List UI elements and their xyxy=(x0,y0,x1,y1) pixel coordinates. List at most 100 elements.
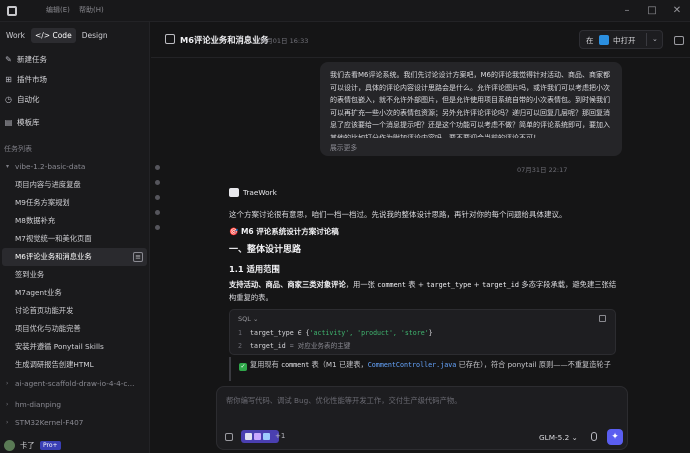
checkmark-icon: ✓ xyxy=(239,363,247,371)
attachment-icon xyxy=(245,433,252,440)
avatar[interactable] xyxy=(4,440,15,451)
task-item[interactable]: 项目优化与功能完善 xyxy=(2,320,147,338)
plugin-icon: ⊞ xyxy=(5,74,12,84)
user-bar[interactable]: 卡了 Pro+ xyxy=(0,438,150,453)
message-composer[interactable]: 帮你编写代码、调试 Bug、优化性能等开发工作，交付生产级代码产物。 +1 GL… xyxy=(216,386,628,450)
task-menu-icon[interactable]: ≡ xyxy=(133,252,143,262)
new-task-label: 新建任务 xyxy=(17,54,47,64)
app-logo-icon xyxy=(7,6,17,16)
file-link[interactable]: CommentController.java xyxy=(368,361,457,369)
template-library-button[interactable]: ▤ 模板库 xyxy=(4,113,144,131)
attachment-count: +1 xyxy=(275,432,286,440)
code-language-label: SQL xyxy=(238,315,251,323)
menu-help[interactable]: 帮助(H) xyxy=(79,5,104,15)
timeline-dot[interactable] xyxy=(155,180,160,185)
checklist-item: ✓ 复用现有 comment 表（M1 已建表，CommentController… xyxy=(239,359,619,379)
copy-icon[interactable] xyxy=(599,315,606,322)
mode-code-label: Code xyxy=(52,31,72,40)
mode-design-button[interactable]: Design xyxy=(78,28,112,43)
project-label: hm-dianping xyxy=(15,400,62,409)
composer-input[interactable]: 帮你编写代码、调试 Bug、优化性能等开发工作，交付生产级代码产物。 xyxy=(226,396,462,406)
project-label: STM32Kernel-F407 xyxy=(15,418,84,427)
doc-title: 🎯 M6 评论系统设计方案讨论稿 xyxy=(229,227,339,236)
code-comment: = 对应业务表的主键 xyxy=(289,342,351,350)
close-icon[interactable]: ✕ xyxy=(670,4,684,18)
chevron-right-icon: › xyxy=(6,401,9,408)
task-item[interactable]: 安装并遵循 Ponytail Skills xyxy=(2,338,147,356)
task-item[interactable]: 生成调研报告创建HTML xyxy=(2,356,147,374)
automation-icon: ◷ xyxy=(5,94,12,104)
mode-code-button[interactable]: </> Code xyxy=(31,28,76,43)
maximize-icon[interactable]: □ xyxy=(645,4,659,18)
chevron-down-icon: ▾ xyxy=(6,163,10,170)
open-in-editor-button[interactable]: 在 中打开 ⌄ xyxy=(579,30,663,49)
text: 表 + xyxy=(408,280,424,289)
file-icon xyxy=(263,433,270,440)
project-label: vibe-1.2-basic-data xyxy=(15,162,86,171)
inline-code: target_id xyxy=(482,281,519,289)
task-item[interactable]: 签到业务 xyxy=(2,266,147,284)
user-message-text: 我们去看M6评论系统。我们先讨论设计方案吧，M6的评论我觉得针对活动、商品、商家… xyxy=(330,71,610,138)
timeline-dot[interactable] xyxy=(155,210,160,215)
automation-label: 自动化 xyxy=(17,94,40,104)
task-item[interactable]: 讨论首页功能开发 xyxy=(2,302,147,320)
project-group-vibe[interactable]: ▾ vibe-1.2-basic-data xyxy=(2,158,147,176)
task-item[interactable]: M7视觉统一和美化页面 xyxy=(2,230,147,248)
subsection-heading: 1.1 适用范围 xyxy=(229,264,280,274)
mode-work-button[interactable]: Work xyxy=(2,28,29,43)
chevron-down-icon[interactable]: ⌄ xyxy=(652,35,658,43)
code-line: 1 target_type ∈ {'activity', 'product', '… xyxy=(238,329,433,337)
task-list-title: 任务列表 xyxy=(4,145,32,153)
open-prefix: 在 xyxy=(586,36,594,45)
project-group[interactable]: › ai-agent-scaffold-draw-io-4-4-c... xyxy=(2,375,147,393)
model-selector[interactable]: GLM-5.2 ⌄ xyxy=(539,433,578,442)
quote-bar xyxy=(229,357,231,381)
attachment-chips[interactable] xyxy=(241,430,279,443)
task-item[interactable]: M9任务方案规划 xyxy=(2,194,147,212)
line-number: 2 xyxy=(238,342,242,350)
project-group[interactable]: › STM32Kernel-F407 xyxy=(2,417,147,429)
project-group[interactable]: › hm-dianping xyxy=(2,396,147,414)
inline-code: comment xyxy=(281,361,310,369)
menu-edit[interactable]: 编辑(E) xyxy=(46,5,70,15)
task-item[interactable]: M7agent业务 xyxy=(2,284,147,302)
new-task-button[interactable]: ✎ 新建任务 xyxy=(4,50,144,68)
user-message-bubble: 我们去看M6评论系统。我们先讨论设计方案吧，M6的评论我觉得针对活动、商品、商家… xyxy=(320,62,622,156)
minimize-icon[interactable]: – xyxy=(620,4,634,18)
code-text: target_id xyxy=(250,342,290,350)
open-label: 中打开 xyxy=(613,36,636,45)
plugin-market-button[interactable]: ⊞ 插件市场 xyxy=(4,70,144,88)
send-button[interactable]: ✦ xyxy=(607,429,623,445)
username: 卡了 xyxy=(20,441,35,450)
vscode-icon xyxy=(599,35,609,45)
context-icon[interactable] xyxy=(225,433,233,441)
task-item[interactable]: M8数据补充 xyxy=(2,212,147,230)
image-icon xyxy=(254,433,261,440)
section-heading: 一、整体设计思路 xyxy=(229,245,302,255)
automation-button[interactable]: ◷ 自动化 xyxy=(4,90,144,108)
template-library-label: 模板库 xyxy=(17,117,40,127)
line-number: 1 xyxy=(238,329,242,337)
text: 复用现有 xyxy=(250,360,279,369)
show-more-link[interactable]: 展示更多 xyxy=(330,142,357,152)
timeline-dot[interactable] xyxy=(155,225,160,230)
microphone-icon[interactable] xyxy=(591,432,597,441)
task-icon xyxy=(165,34,175,44)
task-item[interactable]: 项目内容与进度复盘 xyxy=(2,176,147,194)
task-label: M6评论业务和消息业务 xyxy=(15,252,92,261)
text: 表（M1 已建表， xyxy=(311,360,368,369)
task-time: 08月01日 16:33 xyxy=(258,37,309,45)
task-item-active[interactable]: M6评论业务和消息业务 ≡ xyxy=(2,248,147,266)
panel-layout-icon[interactable] xyxy=(674,36,684,45)
inline-code: target_type xyxy=(426,281,472,289)
code-block: SQL ⌄ 1 target_type ∈ {'activity', 'produ… xyxy=(229,309,616,355)
scope-bold: 支持活动、商品、商家三类对象评论 xyxy=(229,280,346,289)
user-message-time: 07月31日 22:17 xyxy=(517,166,568,174)
pro-badge: Pro+ xyxy=(40,441,61,450)
timeline-dot[interactable] xyxy=(155,165,160,170)
code-string: 'activity', 'product', 'store' xyxy=(309,329,429,337)
title-bar: 编辑(E) 帮助(H) – □ ✕ xyxy=(0,0,690,22)
assistant-intro: 这个方案讨论很有意思，咱们一档一档过。先说我的整体设计思路，再针对你的每个问题给… xyxy=(229,210,567,219)
scope-paragraph: 支持活动、商品、商家三类对象评论，用一张 comment 表 + target_… xyxy=(229,279,621,304)
timeline-dot[interactable] xyxy=(155,195,160,200)
